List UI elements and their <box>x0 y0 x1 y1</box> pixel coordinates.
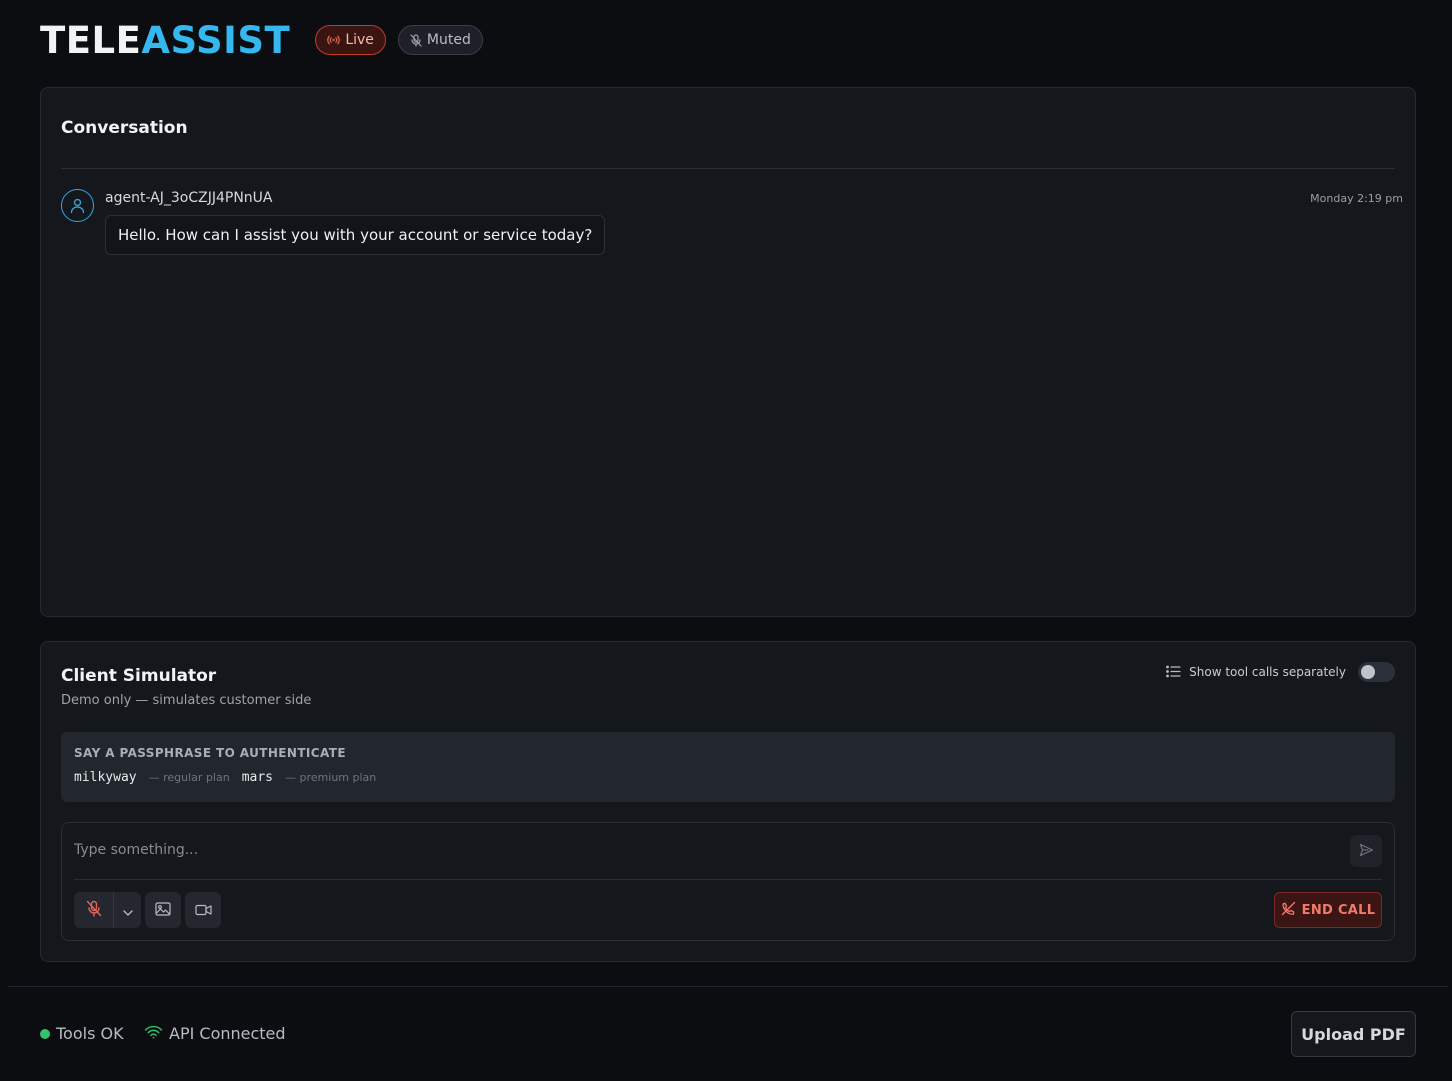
passphrase-code: mars <box>241 770 274 785</box>
conversation-title: Conversation <box>61 118 188 138</box>
message-timestamp: Monday 2:19 pm <box>1310 192 1403 205</box>
app-logo: TELEASSIST <box>40 22 290 59</box>
footer-divider <box>8 986 1448 987</box>
mic-toggle-button[interactable] <box>74 892 114 928</box>
mic-control-group <box>74 892 141 928</box>
end-call-label: END CALL <box>1301 902 1376 918</box>
simulator-title: Client Simulator <box>61 666 217 686</box>
app-header: TELEASSIST Live Muted <box>40 18 483 62</box>
muted-badge: Muted <box>397 25 483 55</box>
upload-pdf-button[interactable]: Upload PDF <box>1291 1011 1416 1057</box>
toggle-knob <box>1361 665 1375 679</box>
passphrase-code: milkyway <box>74 770 137 785</box>
live-badge: Live <box>315 25 386 55</box>
passphrase-list: milkyway — regular plan mars — premium p… <box>74 770 388 785</box>
message-sender: agent-AJ_3oCZJJ4PNnUA <box>105 190 273 206</box>
message-bubble: Hello. How can I assist you with your ac… <box>105 215 606 255</box>
conversation-panel: Conversation agent-AJ_3oCZJJ4PNnUA Monda… <box>40 87 1416 617</box>
send-icon <box>1359 842 1374 861</box>
status-dot-icon <box>40 1028 50 1039</box>
client-simulator-panel: Client Simulator Demo only — simulates c… <box>40 641 1416 962</box>
phone-off-icon <box>1281 901 1296 920</box>
passphrase-box: SAY A PASSPHRASE TO AUTHENTICATE milkywa… <box>61 732 1395 802</box>
api-status-label: API Connected <box>169 1024 286 1043</box>
mic-off-icon <box>86 900 102 921</box>
mic-options-dropdown[interactable] <box>114 892 141 928</box>
tools-status-label: Tools OK <box>56 1024 124 1043</box>
muted-label: Muted <box>426 32 471 48</box>
toggle-label: Show tool calls separately <box>1189 665 1346 679</box>
passphrase-note: — premium plan <box>285 771 377 784</box>
api-status: API Connected <box>144 1024 286 1043</box>
chevron-down-icon <box>122 901 133 920</box>
user-avatar-icon <box>61 189 94 222</box>
broadcast-icon <box>327 35 341 45</box>
list-icon <box>1166 663 1181 682</box>
mic-off-icon <box>410 33 422 47</box>
end-call-button[interactable]: END CALL <box>1274 892 1382 928</box>
simulator-subtitle: Demo only — simulates customer side <box>61 693 312 708</box>
message-input[interactable] <box>74 833 1334 867</box>
divider <box>61 168 1395 169</box>
divider <box>74 879 1382 880</box>
tool-calls-toggle-row: Show tool calls separately <box>1166 662 1395 682</box>
tools-status: Tools OK <box>40 1024 124 1043</box>
passphrase-note: — regular plan <box>148 771 230 784</box>
passphrase-heading: SAY A PASSPHRASE TO AUTHENTICATE <box>74 746 346 760</box>
send-button[interactable] <box>1350 835 1382 867</box>
image-button[interactable] <box>145 892 181 928</box>
composer: END CALL <box>61 822 1395 941</box>
live-label: Live <box>345 32 374 48</box>
image-icon <box>155 901 171 920</box>
logo-part-tele: TELE <box>40 18 142 62</box>
show-tool-calls-toggle[interactable] <box>1358 662 1395 682</box>
logo-part-assist: ASSIST <box>141 18 291 62</box>
wifi-icon <box>144 1024 163 1043</box>
camera-button[interactable] <box>185 892 221 928</box>
video-camera-icon <box>194 901 212 920</box>
media-controls <box>74 892 221 928</box>
